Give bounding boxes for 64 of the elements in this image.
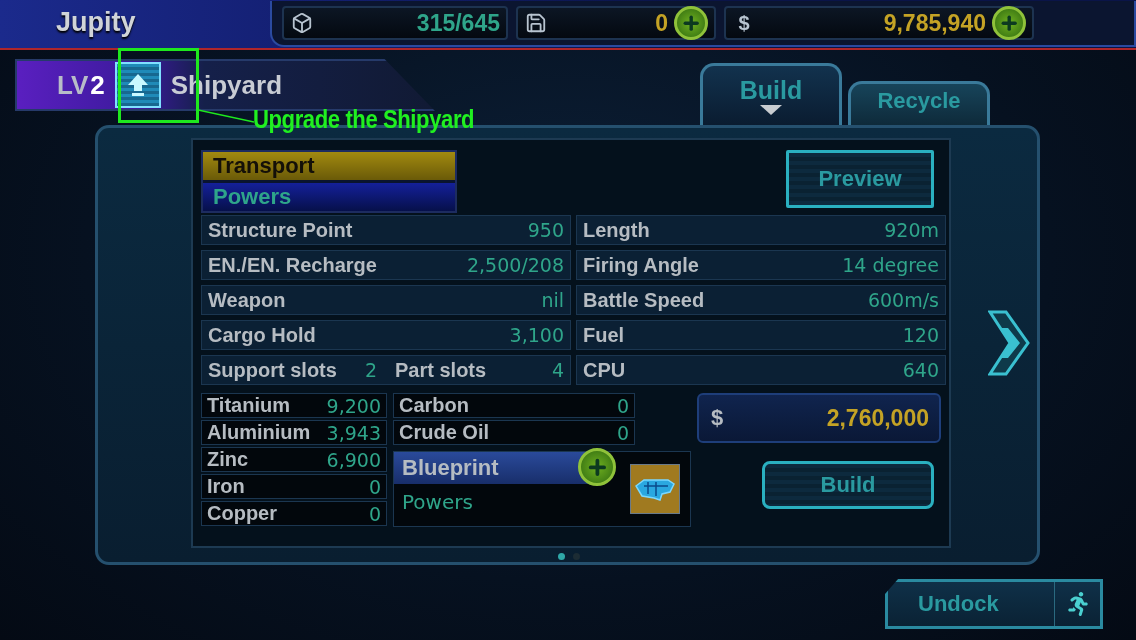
level-label: LV <box>57 69 89 101</box>
tutorial-hint: Upgrade the Shipyard <box>253 104 475 135</box>
stat-label: Cargo Hold <box>208 323 316 347</box>
stat-value: 120 <box>902 324 939 346</box>
tab[interactable]: Recycle <box>848 81 990 125</box>
stat-label: Battle Speed <box>583 288 705 312</box>
preview-button[interactable]: Preview <box>786 150 934 208</box>
resource-value: 315/645 <box>415 9 500 37</box>
page-dot[interactable] <box>558 553 565 560</box>
stat-value: 640 <box>902 359 939 381</box>
stat-label: Support slots <box>208 358 337 382</box>
currency-symbol: $ <box>711 405 724 431</box>
stat-label: Part slots <box>395 358 487 382</box>
material-value: 3,943 <box>326 421 381 444</box>
stat-label: Fuel <box>583 323 625 347</box>
ship-list-item[interactable]: Transport <box>203 152 455 180</box>
stat-label: Firing Angle <box>583 253 699 277</box>
stat-value: 600m/s <box>867 289 939 311</box>
material-label: Titanium <box>207 394 290 417</box>
add-button[interactable] <box>578 448 616 486</box>
add-button[interactable] <box>674 6 708 40</box>
resource-value: 0 <box>654 9 668 37</box>
stat-value: nil <box>541 289 564 311</box>
caret-icon <box>760 104 782 115</box>
stat-value: 14 degree <box>842 254 939 276</box>
upgrade-button[interactable] <box>114 62 161 108</box>
cube-icon <box>290 11 314 35</box>
price-value: 2,760,000 <box>826 404 929 432</box>
stat-label: Structure Point <box>208 218 353 242</box>
material-label: Copper <box>207 502 277 525</box>
stat-label: Length <box>583 218 650 242</box>
leader-line <box>198 108 254 124</box>
stat-label: EN./EN. Recharge <box>208 253 377 277</box>
ship-list-item[interactable]: Powers <box>203 183 455 211</box>
stat-value: 2,500/208 <box>466 254 564 276</box>
material-value: 0 <box>616 394 629 417</box>
level-number: 2 <box>90 69 105 101</box>
stat-value: 4 <box>551 359 564 381</box>
blueprint-name: Powers <box>401 489 474 516</box>
stat-value: 950 <box>527 219 564 241</box>
stat-label: CPU <box>583 358 626 382</box>
material-label: Zinc <box>207 448 249 471</box>
up-arrow-icon <box>126 73 149 97</box>
material-label: Carbon <box>399 394 469 417</box>
undock-button[interactable]: Undock <box>885 579 1103 629</box>
stat-value: 3,100 <box>509 324 564 346</box>
currency-symbol: $ <box>737 11 751 35</box>
stat-value: 920m <box>884 219 939 241</box>
material-label: Crude Oil <box>399 421 489 444</box>
planet-name: Jupity <box>55 6 137 38</box>
stat-value: 2 <box>364 359 377 381</box>
add-button[interactable] <box>992 6 1026 40</box>
material-value: 6,900 <box>326 448 381 471</box>
tab[interactable]: Build <box>700 63 842 125</box>
material-label: Iron <box>207 475 245 498</box>
material-value: 9,200 <box>326 394 381 417</box>
ship-blueprint-icon <box>630 464 680 514</box>
resource-value: 9,785,940 <box>882 9 986 37</box>
material-value: 0 <box>368 475 381 498</box>
material-label: Aluminium <box>207 421 311 444</box>
build-button[interactable]: Build <box>762 461 934 509</box>
material-value: 0 <box>368 502 381 525</box>
stat-label: Weapon <box>208 288 286 312</box>
material-value: 0 <box>616 421 629 444</box>
